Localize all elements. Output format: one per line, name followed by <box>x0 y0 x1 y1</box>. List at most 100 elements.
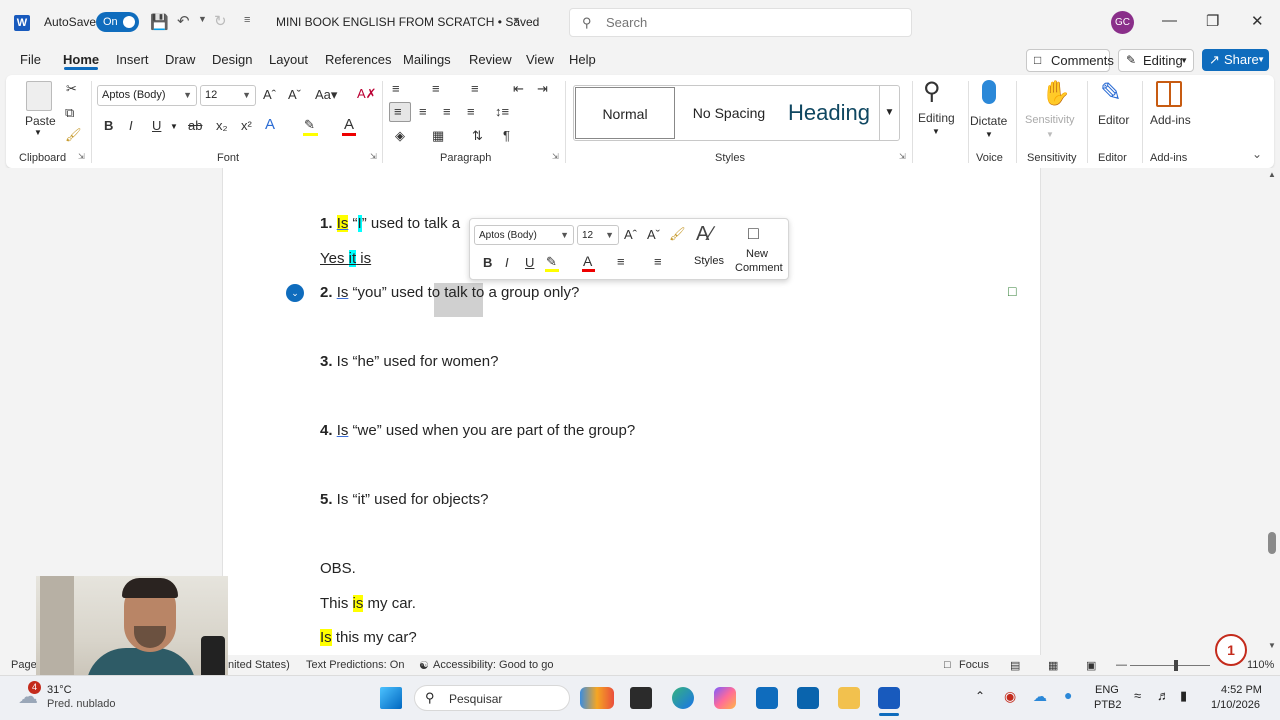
page-indicator[interactable]: Page <box>11 659 37 671</box>
chevron-up-icon[interactable]: ⌃ <box>975 689 985 703</box>
taskbar-search[interactable]: ⚲ Pesquisar <box>414 685 570 711</box>
sort-icon[interactable]: ⇅ <box>472 128 483 144</box>
text-effects-icon[interactable]: A <box>265 116 275 133</box>
maximize-icon[interactable]: ❐ <box>1206 12 1219 30</box>
record-icon[interactable]: ◉ <box>1004 688 1016 705</box>
borders-icon[interactable]: ▦ <box>432 128 444 144</box>
scroll-up-icon[interactable]: ▲ <box>1268 170 1276 179</box>
new-comment-icon[interactable]: □ <box>748 223 759 244</box>
chevron-down-icon[interactable]: ▼ <box>985 130 993 139</box>
strikethrough-icon[interactable]: ab <box>188 118 202 133</box>
add-ins-label[interactable]: Add-ins <box>1150 113 1191 127</box>
tab-mailings[interactable]: Mailings <box>403 52 451 67</box>
sensitivity-label[interactable]: Sensitivity <box>1025 114 1075 126</box>
styles-icon[interactable]: A∕ <box>696 223 713 246</box>
clipboard-launcher-icon[interactable]: ⇲ <box>78 152 85 161</box>
bullets-icon[interactable]: ≡ <box>617 254 625 269</box>
editing-mode-button[interactable]: ✎ Editing ▼ <box>1118 49 1194 72</box>
microphone-icon[interactable] <box>982 80 996 104</box>
mini-font-size-select[interactable]: 12 ▼ <box>577 225 619 245</box>
file-explorer-icon[interactable] <box>838 687 860 709</box>
editing-label[interactable]: Editing <box>918 111 955 125</box>
chevron-down-icon[interactable]: ▼ <box>34 128 42 137</box>
dictate-label[interactable]: Dictate <box>970 114 1007 128</box>
align-center-icon[interactable]: ≡ <box>419 104 427 119</box>
save-icon[interactable]: 💾 <box>150 13 169 31</box>
new-comment-label-2[interactable]: Comment <box>735 262 783 274</box>
font-color-icon[interactable]: A <box>344 116 354 133</box>
find-icon[interactable]: ⚲ <box>923 77 941 106</box>
chevron-down-icon[interactable]: ▼ <box>170 122 178 131</box>
question-1[interactable]: 1. Is “I” used to talk a <box>320 215 460 232</box>
undo-icon[interactable]: ↶ <box>177 12 190 30</box>
styles-label[interactable]: Styles <box>694 255 724 267</box>
vertical-scrollbar[interactable] <box>1266 168 1280 655</box>
zoom-slider[interactable] <box>1130 665 1210 666</box>
web-layout-icon[interactable]: ▣ <box>1086 659 1096 672</box>
mini-font-family-select[interactable]: Aptos (Body) ▼ <box>474 225 574 245</box>
obs-heading[interactable]: OBS. <box>320 560 356 577</box>
increase-indent-icon[interactable]: ⇥ <box>537 81 548 97</box>
read-mode-icon[interactable]: ▤ <box>1010 659 1020 672</box>
styles-launcher-icon[interactable]: ⇲ <box>899 152 906 161</box>
volume-icon[interactable]: ♬ <box>1157 688 1170 703</box>
focus-button[interactable]: Focus <box>959 659 989 671</box>
task-view-icon[interactable] <box>630 687 652 709</box>
question-5[interactable]: 5. Is “it” used for objects? <box>320 491 488 508</box>
superscript-icon[interactable]: x² <box>241 118 252 133</box>
italic-icon[interactable]: I <box>505 255 509 270</box>
style-normal[interactable]: Normal <box>575 87 675 139</box>
edge-icon[interactable] <box>672 687 694 709</box>
keyboard-layout[interactable]: PTB2 <box>1094 699 1122 711</box>
tab-insert[interactable]: Insert <box>116 52 149 67</box>
grow-font-icon[interactable]: Aˆ <box>263 87 276 102</box>
comment-marker-icon[interactable]: □ <box>1008 283 1016 299</box>
highlight-icon[interactable]: ✎ <box>546 254 557 270</box>
tab-draw[interactable]: Draw <box>165 52 195 67</box>
store-icon[interactable] <box>756 687 778 709</box>
paste-icon[interactable] <box>26 81 52 111</box>
language-code[interactable]: ENG <box>1095 684 1119 696</box>
styles-more-icon[interactable]: ▼ <box>879 86 899 140</box>
font-launcher-icon[interactable]: ⇲ <box>370 152 377 161</box>
tab-view[interactable]: View <box>526 52 554 67</box>
align-right-icon[interactable]: ≡ <box>443 104 451 119</box>
avatar[interactable]: GC <box>1111 11 1134 34</box>
widgets-icon[interactable] <box>580 687 614 709</box>
accessibility-status[interactable]: Accessibility: Good to go <box>433 659 553 671</box>
example-2[interactable]: Is this my car? <box>320 629 417 646</box>
font-color-icon[interactable]: A <box>583 253 592 269</box>
tab-references[interactable]: References <box>325 52 391 67</box>
underline-icon[interactable]: U <box>525 255 534 270</box>
shading-icon[interactable]: ◈ <box>395 128 405 144</box>
notification-badge[interactable]: 1 <box>1215 634 1247 666</box>
line-spacing-icon[interactable]: ↕≡ <box>495 104 509 119</box>
add-ins-icon[interactable] <box>1156 81 1182 107</box>
font-family-select[interactable]: Aptos (Body) ▼ <box>97 85 197 106</box>
copilot-icon[interactable] <box>714 687 736 709</box>
close-icon[interactable]: ✕ <box>1251 12 1264 30</box>
example-1[interactable]: This is my car. <box>320 595 416 612</box>
start-icon[interactable] <box>380 687 402 709</box>
undo-dropdown-icon[interactable]: ▼ <box>198 14 207 24</box>
search-input[interactable] <box>606 15 896 30</box>
title-chevron-icon[interactable]: ▼ <box>512 15 521 25</box>
autosave-toggle[interactable]: On <box>96 12 139 32</box>
clock-time[interactable]: 4:52 PM <box>1221 684 1262 696</box>
grow-font-icon[interactable]: Aˆ <box>624 227 637 242</box>
show-marks-icon[interactable]: ¶ <box>503 128 510 143</box>
redo-icon[interactable]: ↻ <box>214 12 227 30</box>
shrink-font-icon[interactable]: Aˇ <box>288 87 301 102</box>
underline-icon[interactable]: U <box>152 118 161 133</box>
multilevel-list-icon[interactable]: ≡ <box>471 81 479 96</box>
zoom-level[interactable]: 110% <box>1247 659 1274 671</box>
weather-temperature[interactable]: 31°C <box>47 684 72 696</box>
subscript-icon[interactable]: x₂ <box>216 118 228 133</box>
battery-icon[interactable]: ▮ <box>1180 688 1187 704</box>
numbering-icon[interactable]: ≡ <box>654 254 662 269</box>
clear-formatting-icon[interactable]: A✗ <box>357 86 377 102</box>
collapse-ribbon-icon[interactable]: ⌄ <box>1252 147 1262 161</box>
style-heading[interactable]: Heading <box>779 87 879 139</box>
tab-review[interactable]: Review <box>469 52 512 67</box>
onedrive-icon[interactable]: ☁ <box>1033 688 1047 705</box>
